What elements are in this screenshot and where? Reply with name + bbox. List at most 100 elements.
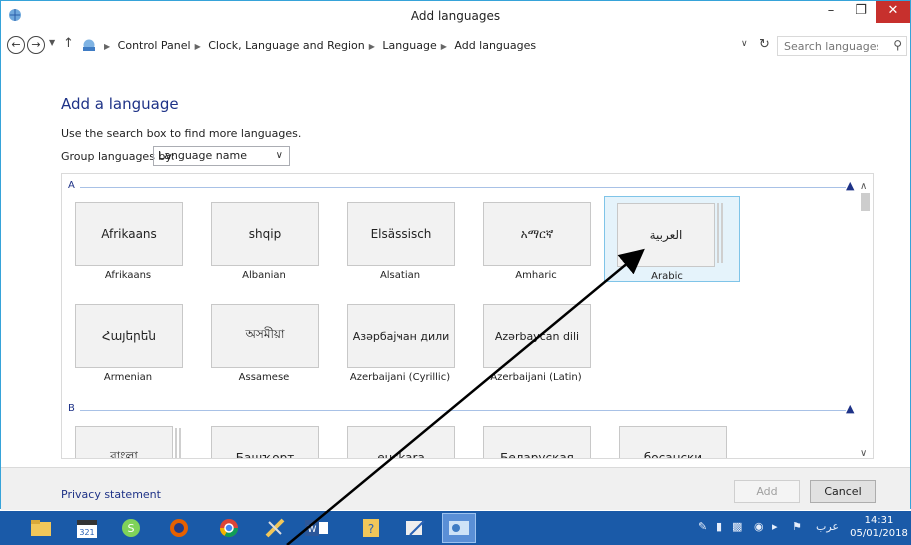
address-dropdown-chevron-icon[interactable]: ∨ (741, 39, 748, 49)
calendar-app-icon[interactable]: 321 (70, 513, 104, 543)
flag-icon[interactable]: ⚑ (792, 520, 802, 533)
taskbar: 321 S W ? ✎ ▮ ▩ ◉ ▸ ⚑ عرب 14:31 05/01/20… (0, 511, 911, 545)
vertical-scrollbar[interactable]: ∧ ∨ (858, 181, 872, 459)
language-tile-assamese[interactable]: অসমীয়া Assamese (202, 300, 338, 386)
control-panel-taskbar-icon[interactable] (442, 513, 476, 543)
search-input[interactable] (778, 37, 878, 55)
search-box[interactable]: ⚲ (777, 36, 907, 56)
language-native-name: shqip (211, 202, 319, 266)
breadcrumb-separator: ▶ (194, 42, 201, 51)
language-tile-alsatian[interactable]: Elsässisch Alsatian (338, 198, 474, 284)
language-tile-bangla[interactable]: বাংলা (66, 422, 202, 458)
language-native-name: অসমীয়া (211, 304, 319, 368)
address-bar: ← → ▼ ↑ ▶ Control Panel ▶ Clock, Language… (1, 32, 910, 60)
language-native-name: Elsässisch (347, 202, 455, 266)
firefox-icon[interactable] (162, 513, 196, 543)
recent-locations-chevron-icon[interactable]: ▼ (49, 38, 55, 47)
section-header-a: A (68, 180, 75, 191)
group-by-value: Language name (158, 149, 247, 162)
language-tile-bosnian[interactable]: босански (610, 422, 746, 458)
language-name: Azerbaijani (Cyrillic) (349, 372, 451, 383)
language-tile-azerbaijani-cyrillic[interactable]: Азәрбајҹан дили Azerbaijani (Cyrillic) (338, 300, 474, 386)
footer-bar: Privacy statement Add Cancel (1, 467, 910, 510)
clock[interactable]: 14:31 05/01/2018 (850, 514, 908, 540)
scroll-up-icon[interactable]: ∧ (860, 181, 867, 192)
svg-text:321: 321 (79, 528, 94, 537)
pen-tray-icon[interactable]: ✎ (698, 520, 707, 533)
page-title: Add a language (61, 95, 179, 113)
back-button[interactable]: ← (7, 36, 25, 54)
language-name: Armenian (103, 372, 153, 383)
language-tile-azerbaijani-latin[interactable]: Azərbaycan dili Azerbaijani (Latin) (474, 300, 610, 386)
notepad-app-icon[interactable] (398, 513, 432, 543)
tools-app-icon[interactable] (258, 513, 292, 543)
language-native-name: Azərbaycan dili (483, 304, 591, 368)
language-tile-afrikaans[interactable]: Afrikaans Afrikaans (66, 198, 202, 284)
scroll-thumb[interactable] (861, 193, 870, 211)
svg-text:W: W (308, 525, 317, 535)
forward-button[interactable]: → (27, 36, 45, 54)
input-language-indicator[interactable]: عرب (816, 520, 839, 533)
language-name: Alsatian (379, 270, 421, 281)
language-tile-amharic[interactable]: አማርኛ Amharic (474, 198, 610, 284)
cancel-button[interactable]: Cancel (810, 480, 876, 503)
title-bar: Add languages – ❐ ✕ (1, 1, 910, 32)
breadcrumb-clock-language-region[interactable]: Clock, Language and Region (208, 39, 365, 52)
group-by-select[interactable]: Language name ∨ (153, 146, 290, 166)
minimize-button[interactable]: – (816, 1, 846, 23)
language-tile-armenian[interactable]: Հայերեն Armenian (66, 300, 202, 386)
collapse-section-b-icon[interactable]: ▲ (846, 402, 854, 415)
clock-date: 05/01/2018 (850, 528, 908, 539)
language-name: Arabic (651, 271, 683, 282)
breadcrumb: ▶ Control Panel ▶ Clock, Language and Reg… (81, 38, 536, 52)
signal-icon[interactable]: ▩ (732, 520, 742, 533)
battery-icon[interactable]: ▮ (716, 520, 722, 533)
chevron-down-icon: ∨ (275, 150, 283, 161)
add-button[interactable]: Add (734, 480, 800, 503)
language-name: Afrikaans (104, 270, 152, 281)
word-icon[interactable]: W (300, 513, 334, 543)
scroll-down-icon[interactable]: ∨ (860, 448, 867, 459)
language-native-name: বাংলা (75, 426, 173, 458)
breadcrumb-add-languages[interactable]: Add languages (454, 39, 536, 52)
language-tile-arabic[interactable]: العربية Arabic (604, 196, 740, 282)
language-name: Azerbaijani (Latin) (490, 372, 582, 383)
language-native-name: Азәрбајҹан дили (347, 304, 455, 368)
add-languages-window: Add languages – ❐ ✕ ← → ▼ ↑ ▶ Control Pa… (0, 0, 911, 510)
language-native-name: العربية (617, 203, 715, 267)
skype-icon[interactable]: S (114, 513, 148, 543)
collapse-section-a-icon[interactable]: ▲ (846, 179, 854, 192)
language-native-name: Беларуская (483, 426, 591, 458)
privacy-statement-link[interactable]: Privacy statement (61, 488, 161, 501)
maximize-button[interactable]: ❐ (846, 1, 876, 23)
clock-time: 14:31 (864, 515, 894, 526)
file-explorer-icon[interactable] (24, 513, 58, 543)
chrome-icon[interactable] (212, 513, 246, 543)
refresh-icon[interactable]: ↻ (759, 37, 770, 52)
breadcrumb-control-panel[interactable]: Control Panel (118, 39, 191, 52)
language-native-name: Հայերեն (75, 304, 183, 368)
language-name: Assamese (238, 372, 290, 383)
close-button[interactable]: ✕ (876, 1, 910, 23)
breadcrumb-separator: ▶ (368, 42, 375, 51)
volume-icon[interactable]: ▸ (772, 520, 778, 533)
language-name: Amharic (515, 270, 557, 281)
breadcrumb-language[interactable]: Language (382, 39, 436, 52)
section-header-b: B (68, 403, 75, 414)
language-tile-bashkir[interactable]: Башҡорт (202, 422, 338, 458)
language-tile-belarusian[interactable]: Беларуская (474, 422, 610, 458)
up-button[interactable]: ↑ (63, 36, 74, 51)
help-app-icon[interactable]: ? (354, 513, 388, 543)
language-tile-albanian[interactable]: shqip Albanian (202, 198, 338, 284)
language-list: A ▲ Afrikaans Afrikaans shqip Albanian E… (61, 173, 874, 459)
language-tile-basque[interactable]: euskara (338, 422, 474, 458)
language-native-name: Башҡорт (211, 426, 319, 458)
variant-stack-edge (179, 428, 181, 458)
search-icon[interactable]: ⚲ (893, 38, 902, 52)
svg-text:?: ? (368, 522, 374, 536)
network-icon[interactable]: ◉ (754, 520, 764, 533)
variant-stack-edge (721, 203, 723, 263)
variant-stack-edge (717, 203, 719, 263)
svg-text:S: S (128, 522, 135, 535)
variant-stack-edge (175, 428, 177, 458)
